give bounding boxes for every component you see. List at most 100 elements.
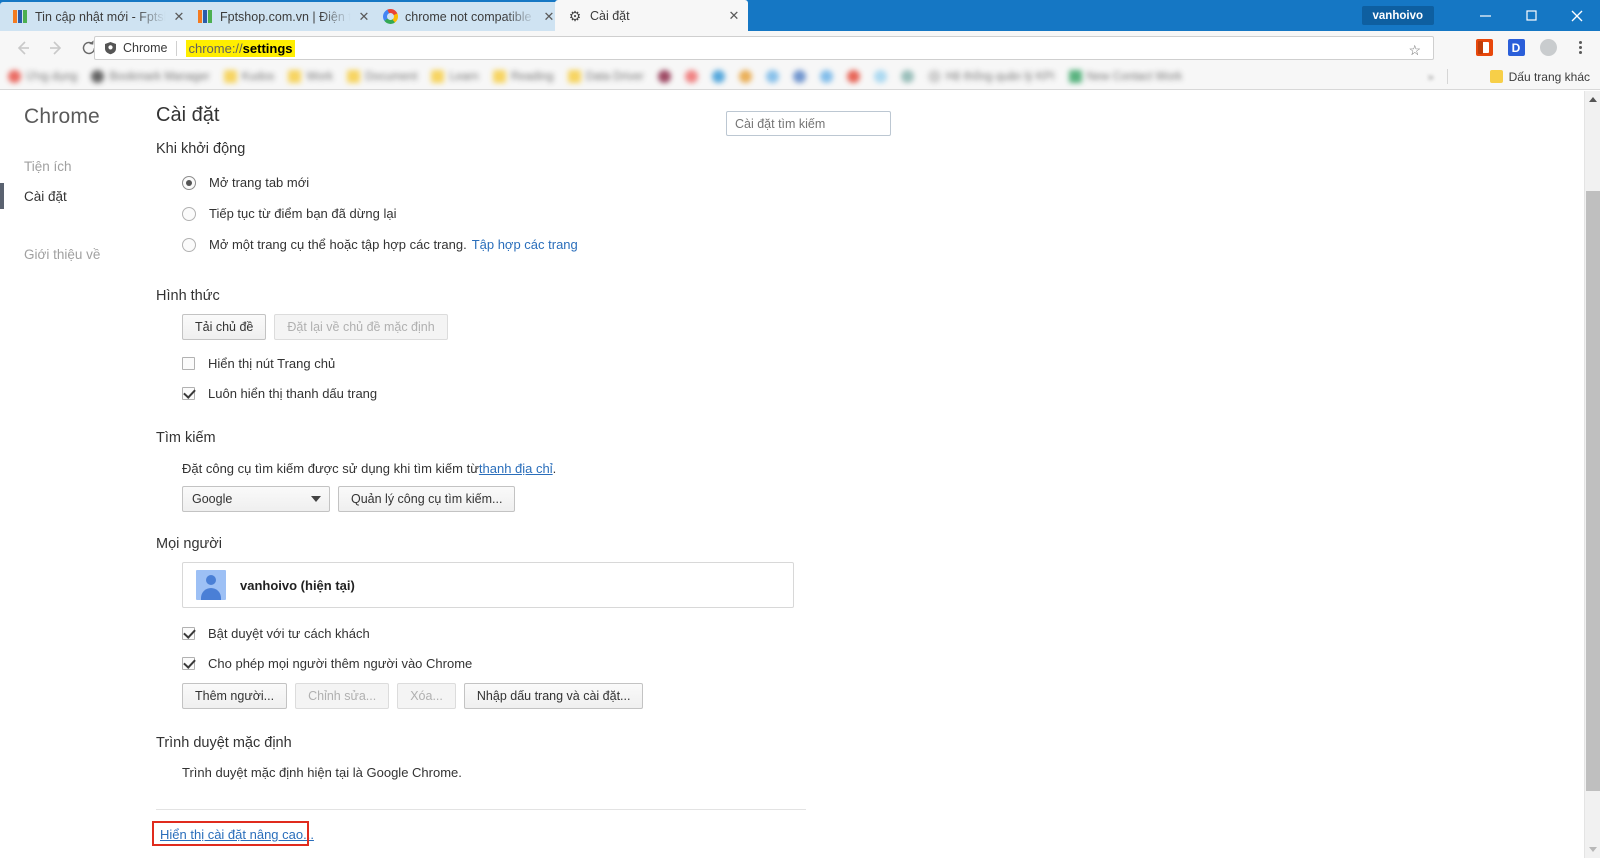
- globe-icon[interactable]: [1534, 34, 1562, 62]
- tab-0[interactable]: Tin cập nhật mới - Fptsh ✕: [0, 2, 193, 31]
- chevron-down-icon: [1589, 847, 1597, 852]
- vertical-scrollbar[interactable]: [1584, 91, 1600, 858]
- search-engine-value[interactable]: Google: [182, 486, 330, 512]
- scrollbar-thumb[interactable]: [1586, 191, 1600, 791]
- tab-3-settings[interactable]: ⚙ Cài đặt ✕: [555, 0, 748, 31]
- checkbox-icon[interactable]: [182, 656, 195, 670]
- radio-icon[interactable]: [182, 175, 196, 190]
- checkbox-allow-add-person[interactable]: Cho phép mọi người thêm người vào Chrome: [182, 648, 1600, 678]
- tab-1[interactable]: Fptshop.com.vn | Điện t ✕: [185, 2, 378, 31]
- checkbox-label: Luôn hiển thị thanh dấu trang: [208, 385, 378, 401]
- address-bar[interactable]: Chrome chrome://settings ☆: [94, 36, 1434, 60]
- radio-icon[interactable]: [182, 206, 196, 221]
- scroll-down-button[interactable]: [1585, 841, 1600, 858]
- other-bookmarks-folder[interactable]: Dấu trang khác: [1489, 70, 1590, 84]
- bookmark-label: Hệ thống quản lý KPI: [945, 70, 1055, 83]
- checkbox-always-show-bookmarks[interactable]: Luôn hiển thị thanh dấu trang: [182, 378, 1600, 408]
- bookmark-item[interactable]: New Contact Work: [1068, 70, 1182, 83]
- url-text[interactable]: chrome://settings: [186, 39, 295, 57]
- search-input[interactable]: [726, 111, 891, 136]
- close-button[interactable]: [1554, 0, 1600, 31]
- address-bar-link[interactable]: thanh địa chỉ: [479, 461, 553, 476]
- sidebar-item-settings[interactable]: Cài đặt: [0, 181, 148, 211]
- radio-icon[interactable]: [182, 237, 196, 252]
- bookmark-folder[interactable]: Reading: [492, 70, 554, 83]
- set-pages-link[interactable]: Tập hợp các trang: [472, 237, 578, 252]
- radio-option-new-tab[interactable]: Mở trang tab mới: [182, 167, 1600, 198]
- radio-option-continue[interactable]: Tiếp tục từ điểm bạn đã dừng lại: [182, 198, 1600, 229]
- folder-icon: [1489, 70, 1503, 83]
- checkbox-guest-browsing[interactable]: Bật duyệt với tư cách khách: [182, 618, 1600, 648]
- radio-label: Mở một trang cụ thể hoặc tập hợp các tra…: [209, 237, 467, 252]
- scroll-up-button[interactable]: [1585, 91, 1600, 108]
- bookmark-item[interactable]: [738, 70, 752, 83]
- sidebar-item-about[interactable]: Giới thiệu về: [0, 239, 148, 269]
- bookmark-item[interactable]: [684, 70, 698, 83]
- bookmarks-overflow-icon[interactable]: »: [1427, 70, 1434, 84]
- get-theme-button[interactable]: Tải chủ đề: [182, 314, 267, 340]
- bookmark-item[interactable]: [792, 70, 806, 83]
- three-dot-menu-icon[interactable]: [1566, 34, 1594, 62]
- bookmark-item[interactable]: [873, 70, 887, 83]
- profile-card[interactable]: vanhoivo (hiện tại): [182, 562, 794, 608]
- people-buttons: Thêm người... Chỉnh sửa... Xóa... Nhập d…: [182, 683, 1600, 709]
- dictionary-d-icon[interactable]: D: [1502, 34, 1530, 62]
- settings-page: Chrome Tiện ích Cài đặt Giới thiệu về Cà…: [0, 91, 1600, 858]
- section-appearance: Hình thức Tải chủ đề Đặt lại về chủ đề m…: [156, 288, 1600, 408]
- bookmark-folder[interactable]: Data Driver: [567, 70, 644, 83]
- tab-title: chrome not compatible: [405, 9, 532, 24]
- bookmark-item[interactable]: [900, 70, 914, 83]
- tab-close-icon[interactable]: ✕: [726, 8, 742, 24]
- bookmark-favicon: [873, 70, 887, 83]
- sidebar-nav: Tiện ích Cài đặt Giới thiệu về: [0, 151, 148, 269]
- sidebar-item-label: Cài đặt: [24, 188, 67, 204]
- bookmark-item[interactable]: Bookmark Manager: [91, 70, 210, 83]
- back-button[interactable]: [6, 31, 39, 64]
- site-identity[interactable]: Chrome: [104, 41, 167, 55]
- radio-option-specific-pages[interactable]: Mở một trang cụ thể hoặc tập hợp các tra…: [182, 229, 1600, 260]
- bookmark-favicon: [1068, 70, 1082, 83]
- site-identity-label: Chrome: [123, 41, 168, 55]
- forward-button[interactable]: [39, 31, 72, 64]
- office-icon[interactable]: [1470, 34, 1498, 62]
- bookmark-item[interactable]: Hệ thống quản lý KPI: [927, 70, 1055, 83]
- advanced-settings-wrapper: Hiển thị cài đặt nâng cao...: [152, 821, 318, 846]
- folder-icon: [223, 70, 237, 83]
- chrome-brand-label: Chrome: [24, 105, 100, 128]
- checkbox-label: Bật duyệt với tư cách khách: [208, 625, 370, 641]
- add-person-button[interactable]: Thêm người...: [182, 683, 288, 709]
- bookmark-item[interactable]: [819, 70, 833, 83]
- chevron-up-icon: [1589, 97, 1597, 102]
- bookmark-star-icon[interactable]: ☆: [1408, 42, 1421, 59]
- tab-2[interactable]: chrome not compatible ✕: [370, 2, 563, 31]
- sidebar-item-extensions[interactable]: Tiện ích: [0, 151, 148, 181]
- bookmarks-bar: Ứng dụng Bookmark Manager Kudos Work Doc…: [0, 64, 1600, 90]
- manage-search-engines-button[interactable]: Quản lý công cụ tìm kiếm...: [338, 486, 516, 512]
- bookmark-item[interactable]: [657, 70, 671, 83]
- bookmark-item[interactable]: [711, 70, 725, 83]
- bookmark-label: Learn: [449, 70, 479, 83]
- checkbox-icon[interactable]: [182, 386, 195, 400]
- checkbox-show-home-button[interactable]: Hiển thị nút Trang chủ: [182, 348, 1600, 378]
- folder-icon: [288, 70, 302, 83]
- bookmark-item[interactable]: [765, 70, 779, 83]
- import-bookmarks-settings-button[interactable]: Nhập dấu trang và cài đặt...: [463, 683, 644, 709]
- minimize-button[interactable]: [1462, 0, 1508, 31]
- bookmark-favicon: [927, 70, 941, 83]
- bookmark-item[interactable]: Ứng dụng: [8, 70, 77, 83]
- bookmark-folder[interactable]: Kudos: [223, 70, 274, 83]
- checkbox-icon[interactable]: [182, 356, 195, 370]
- bookmark-label: Document: [364, 70, 418, 83]
- bookmark-folder[interactable]: Learn: [431, 70, 479, 83]
- reset-theme-button: Đặt lại về chủ đề mặc định: [274, 314, 448, 340]
- section-body: Trình duyệt mặc định hiện tại là Google …: [156, 761, 1600, 783]
- user-badge[interactable]: vanhoivo: [1361, 6, 1434, 25]
- maximize-button[interactable]: [1508, 0, 1554, 31]
- checkbox-icon[interactable]: [182, 626, 195, 640]
- show-advanced-settings-link[interactable]: Hiển thị cài đặt nâng cao...: [156, 824, 318, 845]
- search-engine-select[interactable]: Google: [182, 486, 330, 512]
- checkbox-label: Hiển thị nút Trang chủ: [208, 355, 336, 371]
- bookmark-item[interactable]: [846, 70, 860, 83]
- bookmark-folder[interactable]: Document: [346, 70, 418, 83]
- bookmark-folder[interactable]: Work: [288, 70, 333, 83]
